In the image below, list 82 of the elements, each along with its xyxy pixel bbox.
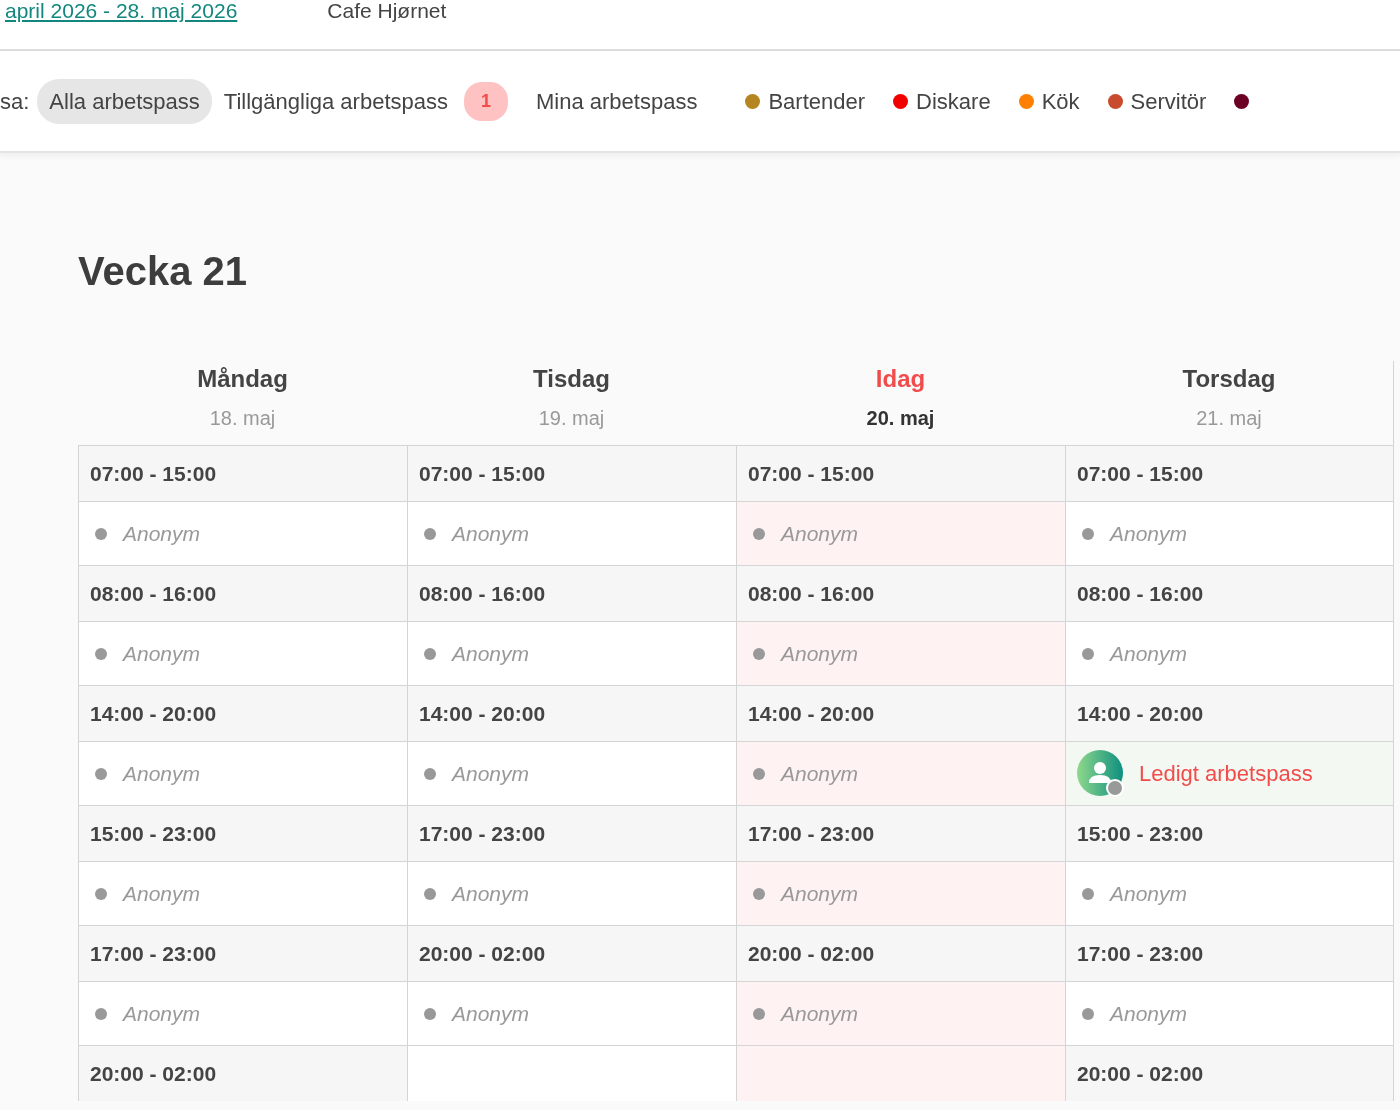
staff-name: Anonym	[123, 640, 201, 667]
shift-time: 17:00 - 23:00	[736, 805, 1065, 861]
status-dot	[95, 767, 107, 780]
shift-time: 20:00 - 02:00	[78, 1045, 407, 1101]
staff-name: Anonym	[1110, 640, 1188, 667]
shift-time: 14:00 - 20:00	[407, 685, 736, 741]
shift-time: 15:00 - 23:00	[78, 805, 407, 861]
staff-name: Anonym	[452, 880, 530, 907]
count-badge: 1	[464, 81, 508, 121]
staff-name: Anonym	[781, 760, 859, 787]
shift-time: 07:00 - 15:00	[407, 445, 736, 501]
status-dot	[753, 887, 765, 900]
shift-time: 20:00 - 02:00	[407, 925, 736, 981]
staff-name: Anonym	[452, 1000, 530, 1027]
status-dot	[753, 1007, 765, 1020]
day-name: Idag	[874, 364, 927, 394]
legend-label: Kök	[1041, 87, 1080, 116]
filter-tab[interactable]: Mina arbetspass	[524, 78, 710, 124]
week-title: Vecka 21	[78, 248, 249, 295]
day-name: Tisdag	[532, 364, 611, 394]
shift-time: 07:00 - 15:00	[1065, 445, 1393, 501]
staff-name: Anonym	[452, 760, 530, 787]
shift-time: 20:00 - 02:00	[736, 925, 1065, 981]
status-dot	[95, 887, 107, 900]
staff-name: Anonym	[452, 520, 530, 547]
staff-name: Anonym	[452, 640, 530, 667]
status-dot	[424, 887, 436, 900]
status-dot	[95, 1007, 107, 1020]
day-date: 21. maj	[1195, 406, 1263, 431]
staff-name: Anonym	[1110, 1000, 1188, 1027]
filter-tab[interactable]: Alla arbetspass	[37, 78, 212, 124]
day-date: 20. maj	[865, 406, 936, 431]
day-name: Måndag	[196, 364, 289, 394]
day-name: Torsdag	[1181, 364, 1277, 394]
period-link[interactable]: april 2026 - 28. maj 2026	[5, 0, 238, 22]
shift-time: 17:00 - 23:00	[78, 925, 407, 981]
status-dot	[95, 527, 107, 540]
status-dot	[424, 527, 436, 540]
filter-label: sa:	[0, 87, 30, 116]
status-dot	[95, 647, 107, 660]
status-dot	[753, 647, 765, 660]
staff-name: Anonym	[781, 640, 859, 667]
staff-name: Anonym	[1110, 520, 1188, 547]
status-dot	[753, 527, 765, 540]
legend-label: Bartender	[768, 87, 866, 116]
shift-time: 20:00 - 02:00	[1065, 1045, 1393, 1101]
staff-name: Anonym	[123, 880, 201, 907]
status-dot	[1082, 1007, 1094, 1020]
status-dot	[1082, 887, 1094, 900]
staff-name: Anonym	[1110, 880, 1188, 907]
status-dot	[1082, 527, 1094, 540]
avatar-icon	[1077, 749, 1125, 798]
shift-time: 15:00 - 23:00	[1065, 805, 1393, 861]
filter-tab[interactable]: Tillgängliga arbetspass	[211, 78, 460, 124]
shift-time: 14:00 - 20:00	[1065, 685, 1393, 741]
shift-time: 07:00 - 15:00	[78, 445, 407, 501]
venue-name: Cafe Hjørnet	[327, 0, 447, 22]
staff-name: Anonym	[123, 520, 201, 547]
staff-name: Anonym	[781, 880, 859, 907]
day-date: 19. maj	[537, 406, 606, 431]
shift-time: 17:00 - 23:00	[407, 805, 736, 861]
staff-name: Anonym	[123, 1000, 201, 1027]
shift-time: 14:00 - 20:00	[78, 685, 407, 741]
staff-name: Anonym	[781, 520, 859, 547]
status-dot	[424, 1007, 436, 1020]
status-dot	[424, 767, 436, 780]
shift-time: 08:00 - 16:00	[1065, 565, 1393, 621]
open-shift-label: Ledigt arbetspass	[1139, 760, 1313, 788]
status-dot	[424, 647, 436, 660]
legend-label: Diskare	[916, 87, 991, 116]
legend-label: Servitör	[1130, 87, 1207, 116]
status-dot	[1082, 647, 1094, 660]
staff-name: Anonym	[781, 1000, 859, 1027]
staff-name: Anonym	[123, 760, 201, 787]
shift-time: 08:00 - 16:00	[736, 565, 1065, 621]
shift-time: 07:00 - 15:00	[736, 445, 1065, 501]
shift-time: 08:00 - 16:00	[407, 565, 736, 621]
shift-time: 17:00 - 23:00	[1065, 925, 1393, 981]
shift-time: 08:00 - 16:00	[78, 565, 407, 621]
day-date: 18. maj	[208, 406, 277, 431]
status-dot	[753, 767, 765, 780]
shift-time: 14:00 - 20:00	[736, 685, 1065, 741]
